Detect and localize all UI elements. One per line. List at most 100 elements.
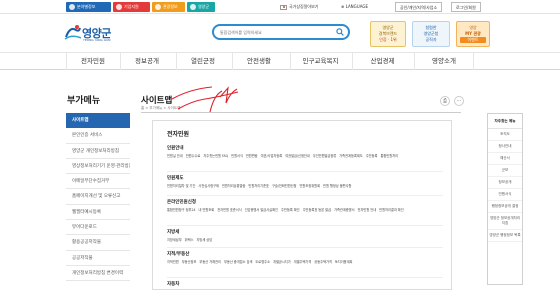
sitemap-link[interactable]: 위택스 bbox=[185, 238, 194, 242]
lnb-item[interactable]: 활용공공저작물 bbox=[66, 235, 130, 251]
gnb-item-safety[interactable]: 안전생활 bbox=[232, 53, 285, 70]
sitemap-link[interactable]: 민원 행정상 불편사항 bbox=[323, 184, 351, 188]
sitemap-link[interactable]: 지방세납부 bbox=[167, 238, 182, 242]
quick-menu-item[interactable]: 민원서식 bbox=[488, 189, 522, 201]
print-icon[interactable]: ⎙ bbox=[440, 96, 450, 106]
gnb-item-economy[interactable]: 산업경제 bbox=[352, 53, 412, 70]
sitemap-link[interactable]: 주민등록표 등본 발급 bbox=[303, 208, 331, 212]
lnb-item[interactable]: 웹필터예시등록 bbox=[66, 205, 130, 221]
quick-menu-item[interactable]: 군보 bbox=[488, 165, 522, 177]
sitemap-link[interactable]: 민원서식 bbox=[231, 154, 243, 158]
quick-tab-business[interactable]: 기업지원 bbox=[113, 2, 150, 12]
red-scribble-annotation bbox=[171, 86, 239, 113]
lnb-item[interactable]: 홈페이지개선 및 오류신고 bbox=[66, 189, 130, 205]
quick-menu-item[interactable]: 조직도 bbox=[488, 129, 522, 141]
lnb-item[interactable]: 뷰어다운로드 bbox=[66, 220, 130, 236]
sitemap-link[interactable]: 무인민원발급정류 bbox=[313, 154, 336, 158]
sitemap-link[interactable]: 민원처리결과 확인 bbox=[379, 208, 403, 212]
share-icon[interactable]: ⋯ bbox=[454, 96, 464, 106]
sitemap-link[interactable]: 민원조정위원회 bbox=[300, 184, 321, 188]
sitemap-link[interactable]: 가족관계증명서 bbox=[334, 208, 355, 212]
banner-brand[interactable]: 영양군 경북브랜드 인증 · 1위 bbox=[370, 21, 406, 47]
lnb-item[interactable]: 개인정보처리방침 변경이력 bbox=[66, 266, 130, 282]
sitemap-link[interactable]: 사전심사청구제 bbox=[198, 184, 219, 188]
national-symbol-link[interactable]: 국가상징알아보기 bbox=[280, 2, 318, 12]
building-icon bbox=[116, 4, 122, 10]
sitemap-link[interactable]: 민원실 안내 bbox=[167, 154, 183, 158]
sitemap-link[interactable]: 가족관계등록제도 bbox=[339, 154, 362, 158]
sitemap-links: 민원실 안내 민원수수료 자주찻는민원 FAQ 민원서식 민원편람 여권/사업자등록 여권발… bbox=[167, 153, 443, 160]
quick-menu-item[interactable]: 청사안내 bbox=[488, 141, 522, 153]
sitemap-link[interactable]: 자주찻는민원 FAQ bbox=[203, 154, 228, 158]
site-logo[interactable]: 영양군 YEONG YANG GUN bbox=[64, 24, 116, 44]
sitemap-link[interactable]: 부동산 거래관리 bbox=[199, 260, 221, 264]
sitemap-link[interactable]: 지적민원 bbox=[167, 260, 179, 264]
sitemap-link[interactable]: 인감증명서 발급사실확인 bbox=[245, 208, 278, 212]
banner-integrity[interactable]: 청렴한 영양군청 공직자 bbox=[412, 21, 450, 47]
breadcrumb: 홈 > 부가메뉴 > 사이트맵 bbox=[141, 106, 181, 110]
quick-menu-item[interactable]: 영양군 정보공개처리지침 bbox=[488, 213, 522, 230]
sitemap-link[interactable]: 내 민원조회 bbox=[199, 208, 215, 212]
login-button[interactable]: 로그인/회원 bbox=[451, 2, 481, 12]
sitemap-link[interactable]: 여권발급/신청안내 bbox=[285, 154, 310, 158]
sitemap-link[interactable]: 개별공시지가 bbox=[273, 260, 291, 264]
sitemap-link[interactable]: 전자민원 안내 bbox=[358, 208, 377, 212]
sitemap-link[interactable]: 전자민원 표준서식 bbox=[217, 208, 241, 212]
language-selector[interactable]: ⊕ LANGUAGE bbox=[341, 2, 368, 12]
top-utility-bar: 분야별정보 기업지원 관광정보 영양군청 국가상징알아보기 ⊕ LANGUAGE… bbox=[0, 0, 560, 19]
sitemap-link[interactable]: 주민등록 확인 bbox=[281, 208, 300, 212]
gnb-item-civil[interactable]: 전자민원 bbox=[66, 53, 119, 70]
sitemap-box: 전자민원 인원안내 민원실 안내 민원수수료 자주찻는민원 FAQ 민원서식 민원편람 여… bbox=[152, 120, 452, 290]
sitemap-separator bbox=[167, 195, 443, 196]
sitemap-link[interactable]: 구술/전화민원신청 bbox=[272, 184, 297, 188]
sitemap-link[interactable]: 개별주택가격 bbox=[294, 260, 312, 264]
sitemap-separator bbox=[167, 171, 443, 172]
search-icon[interactable] bbox=[336, 28, 344, 36]
page-title: 사이트맵 bbox=[141, 96, 173, 106]
quick-tab-field-info[interactable]: 분야별정보 bbox=[66, 2, 111, 12]
sitemap-link[interactable]: 민원처리기준표 bbox=[248, 184, 269, 188]
auth-button[interactable]: 공인/개인/지역/사업소 bbox=[395, 2, 443, 12]
quick-menu-item[interactable]: 영양군 행정정보 목록 bbox=[488, 230, 522, 242]
home-icon bbox=[190, 4, 196, 10]
sitemap-heading: 지적/부동산 bbox=[167, 252, 190, 257]
quick-tab-county[interactable]: 영양군청 bbox=[187, 2, 215, 19]
sitemap-link[interactable]: 통합민원처리 bbox=[380, 154, 398, 158]
sitemap-links: 지적민원 부동산정보 부동산 거래관리 부동산 중개업소 검색 도로명주소 개별공시지가 개… bbox=[167, 259, 443, 266]
sitemap-link[interactable]: 주민등록 bbox=[366, 154, 378, 158]
lnb-item[interactable]: 본인인증 서비스 bbox=[66, 128, 130, 144]
lnb-item[interactable]: 영상정보처리기기 운영·관리방침 bbox=[66, 159, 130, 175]
sitemap-link[interactable]: 부동산정보 bbox=[182, 260, 197, 264]
sitemap-separator bbox=[167, 277, 443, 278]
sitemap-heading: 온라인민원신청 bbox=[167, 200, 196, 205]
sitemap-link[interactable]: 통합민원창구 정부24 bbox=[167, 208, 196, 212]
lnb-title: 부가메뉴 bbox=[67, 96, 101, 106]
logo-mark-icon bbox=[64, 25, 82, 40]
sitemap-link[interactable]: 지방세 상담 bbox=[196, 238, 212, 242]
quick-tab-tourism[interactable]: 관광정보 bbox=[152, 2, 185, 12]
banner-tourism[interactable]: 영양 MY 관광 이벤트 bbox=[456, 21, 490, 47]
gnb-item-open-admin[interactable]: 열린군정 bbox=[176, 53, 229, 70]
sitemap-link[interactable]: 여권/사업자등록 bbox=[261, 154, 283, 158]
lnb-item[interactable]: 영양군 개인정보처리방침 bbox=[66, 144, 130, 159]
quick-menu-item[interactable]: 행정정보공개 결정 bbox=[488, 201, 522, 213]
camera-icon bbox=[155, 4, 161, 10]
gnb-item-about[interactable]: 영양소개 bbox=[414, 53, 474, 70]
title-divider bbox=[141, 112, 461, 113]
lnb-item[interactable]: 공공저작물 bbox=[66, 251, 130, 266]
quick-menu-item[interactable]: 예산서 bbox=[488, 153, 522, 165]
gnb-item-welfare[interactable]: 인구교육복지 bbox=[290, 53, 350, 70]
sitemap-link[interactable]: 토지이용계획 bbox=[335, 260, 353, 264]
sitemap-link[interactable]: 공동주택가격 bbox=[314, 260, 332, 264]
search-input[interactable] bbox=[220, 27, 332, 38]
gnb-item-disclosure[interactable]: 정보공개 bbox=[120, 53, 173, 70]
sitemap-link[interactable]: 도로명주소 bbox=[255, 260, 270, 264]
lnb-item-sitemap[interactable]: 사이트맵 bbox=[66, 113, 130, 129]
sitemap-link[interactable]: 민원처리절차 및 기간 bbox=[167, 184, 195, 188]
sitemap-link[interactable]: 부동산 중개업소 검색 bbox=[224, 260, 252, 264]
sitemap-link[interactable]: 민원처리상황열람 bbox=[222, 184, 245, 188]
lnb-item[interactable]: 이메일무단수집거부 bbox=[66, 174, 130, 190]
quick-menu-item[interactable]: 정보공개 bbox=[488, 177, 522, 189]
sitemap-link[interactable]: 민원편람 bbox=[246, 154, 258, 158]
sitemap-link[interactable]: 민원수수료 bbox=[186, 154, 201, 158]
